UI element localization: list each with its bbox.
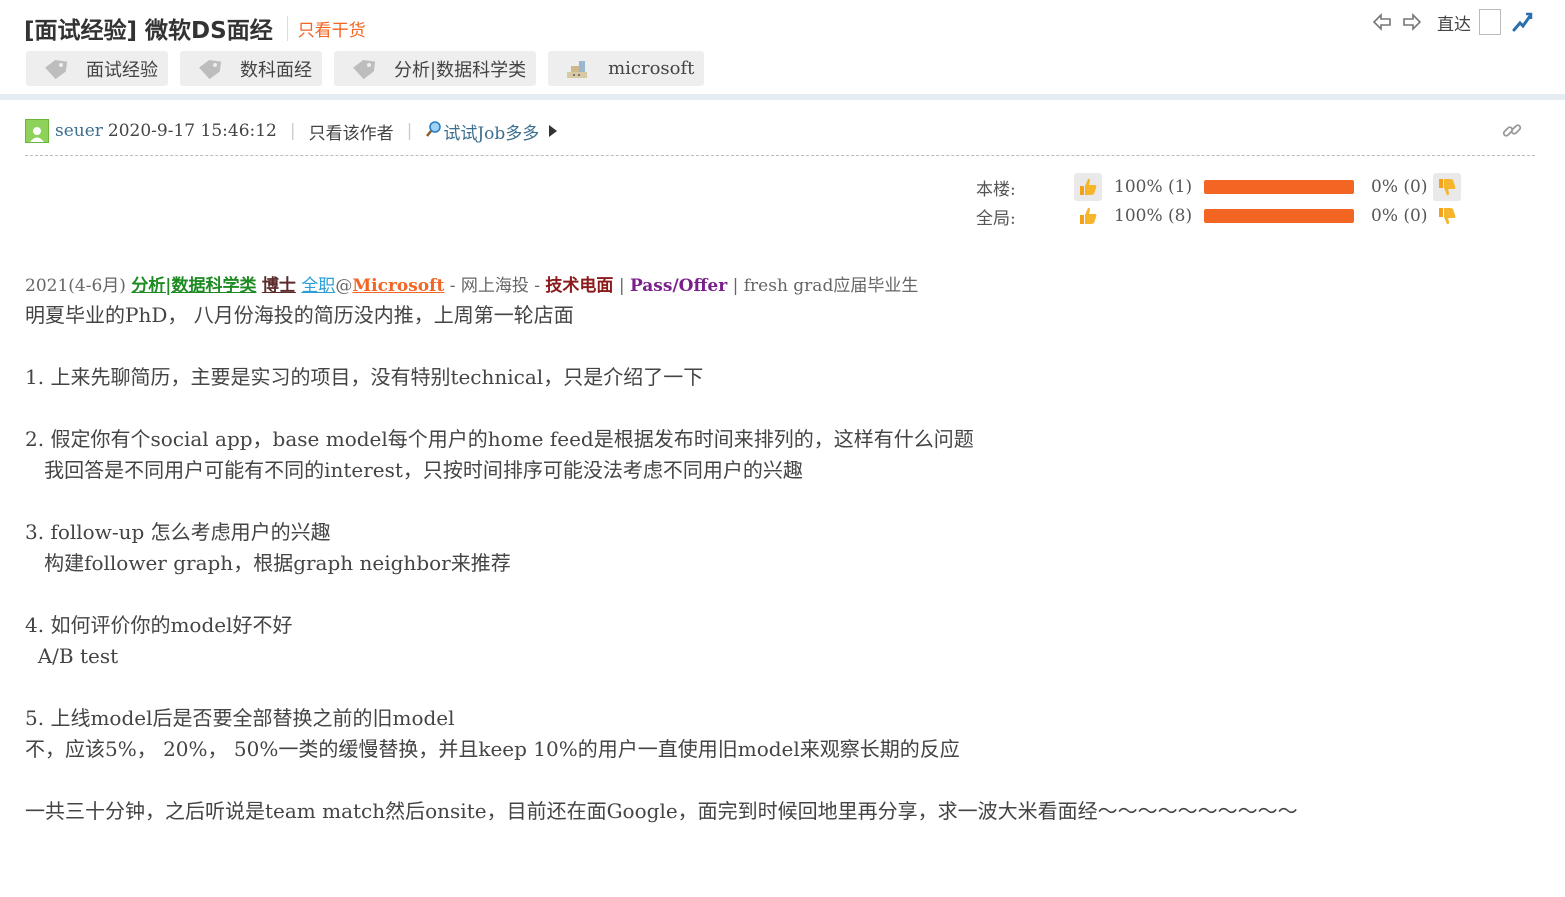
post-info-company[interactable]: Microsoft <box>352 276 444 296</box>
vote-up-percent: 100% (8) <box>1114 206 1193 226</box>
post-line: 我回答是不同用户可能有不同的interest，只按时间排序可能没法考虑不同用户的… <box>25 458 803 482</box>
jobs-link[interactable]: 试试Job多多 <box>443 119 539 144</box>
post-info-fulltime[interactable]: 全职 <box>301 276 335 296</box>
expand-triangle-icon[interactable] <box>549 125 558 137</box>
thread-title: [面试经验] 微软DS面经 <box>24 18 273 44</box>
post-info-source: - 网上海投 - <box>449 276 541 296</box>
tag-label: microsoft <box>608 58 695 79</box>
tag-label: 面试经验 <box>86 59 158 81</box>
building-icon <box>564 58 592 80</box>
post-line <box>25 393 1535 424</box>
tag-icon <box>350 58 378 80</box>
tag-chip[interactable]: 数科面经 <box>180 51 322 86</box>
vote-label: 本楼: <box>976 179 1016 200</box>
vote-progress-bar <box>1204 209 1354 223</box>
post-info-divider: | <box>618 276 625 296</box>
tag-icon <box>196 58 224 80</box>
tag-label: 数科面经 <box>240 59 312 81</box>
tag-list: 面试经验 数科面经 分析|数据科学类 microsoft <box>26 51 705 86</box>
post-line <box>25 331 1535 362</box>
vote-down-percent: 0% (0) <box>1371 177 1428 197</box>
vote-label: 全局: <box>976 208 1016 229</box>
vote-up-percent: 100% (1) <box>1114 177 1193 197</box>
vote-row-global: 全局: 100% (8) 0% (0) <box>976 202 1461 230</box>
post-line: A/B test <box>25 644 119 668</box>
tag-chip[interactable]: 面试经验 <box>26 51 168 86</box>
post-body: 2021(4-6月) 分析|数据科学类 博士 全职@Microsoft - 网上… <box>25 272 1535 827</box>
post-line <box>25 579 1535 610</box>
permalink-icon[interactable] <box>1501 120 1523 142</box>
tag-chip[interactable]: 分析|数据科学类 <box>334 51 537 86</box>
post-line <box>25 486 1535 517</box>
meta-dotted-divider <box>25 155 1535 156</box>
post-time: 2020-9-17 15:46:12 <box>107 121 277 141</box>
header-separator <box>0 94 1565 100</box>
post-line: 5. 上线model后是否要全部替换之前的旧model <box>25 706 455 730</box>
post-line: 2. 假定你有个social app，base model每个用户的home f… <box>25 427 974 451</box>
post-line: 不，应该5%， 20%， 50%一类的缓慢替换，并且keep 10%的用户一直使… <box>25 737 960 761</box>
post-line: 1. 上来先聊简历，主要是实习的项目，没有特别technical，只是介绍了一下 <box>25 365 704 389</box>
post-info-status: | fresh grad应届毕业生 <box>732 276 919 296</box>
post-info-line: 2021(4-6月) 分析|数据科学类 博士 全职@Microsoft - 网上… <box>25 272 1535 300</box>
meta-divider: | <box>406 121 413 141</box>
vote-down-percent: 0% (0) <box>1371 206 1428 226</box>
only-goods-link[interactable]: 只看干货 <box>286 15 366 41</box>
jump-icon[interactable] <box>1509 9 1535 35</box>
thumbs-down-icon[interactable] <box>1433 173 1461 201</box>
post-meta: seuer 2020-9-17 15:46:12 | 只看该作者 | 试试Job… <box>25 117 558 145</box>
tag-chip[interactable]: microsoft <box>548 51 705 86</box>
post-info-at: @ <box>335 276 353 296</box>
post-line <box>25 765 1535 796</box>
only-author-link[interactable]: 只看该作者 <box>309 119 394 144</box>
next-thread-arrow-icon[interactable] <box>1401 11 1423 33</box>
post-info-result: Pass/Offer <box>629 276 728 296</box>
tag-label: 分析|数据科学类 <box>394 59 527 81</box>
post-line: 明夏毕业的PhD， 八月份海投的简历没内推，上周第一轮店面 <box>25 303 574 327</box>
vote-row-floor: 本楼: 100% (1) 0% (0) <box>976 173 1461 201</box>
prev-thread-arrow-icon[interactable] <box>1371 11 1393 33</box>
post-info-interview: 技术电面 <box>545 276 614 296</box>
tag-icon <box>42 58 70 80</box>
direct-floor-input[interactable] <box>1479 9 1501 35</box>
thumbs-up-icon[interactable] <box>1074 202 1102 230</box>
post-line: 一共三十分钟，之后听说是team match然后onsite，目前还在面Goog… <box>25 799 1298 823</box>
post-line: 4. 如何评价你的model好不好 <box>25 613 293 637</box>
thread-nav: 直达 <box>1371 9 1535 35</box>
avatar[interactable] <box>25 119 49 143</box>
post-info-date: 2021(4-6月) <box>25 276 126 296</box>
author-name[interactable]: seuer <box>55 121 103 141</box>
search-icon <box>425 120 443 143</box>
meta-divider: | <box>289 121 296 141</box>
post-line: 3. follow-up 怎么考虑用户的兴趣 <box>25 520 331 544</box>
post-line: 构建follower graph，根据graph neighbor来推荐 <box>25 551 511 575</box>
direct-label: 直达 <box>1437 14 1471 35</box>
post-line <box>25 672 1535 703</box>
vote-progress-bar <box>1204 180 1354 194</box>
post-info-degree[interactable]: 博士 <box>262 276 296 296</box>
thumbs-down-icon[interactable] <box>1433 202 1461 230</box>
thread-title-row: [面试经验] 微软DS面经 只看干货 <box>24 10 366 46</box>
thumbs-up-icon[interactable] <box>1074 173 1102 201</box>
post-info-category[interactable]: 分析|数据科学类 <box>131 276 256 296</box>
